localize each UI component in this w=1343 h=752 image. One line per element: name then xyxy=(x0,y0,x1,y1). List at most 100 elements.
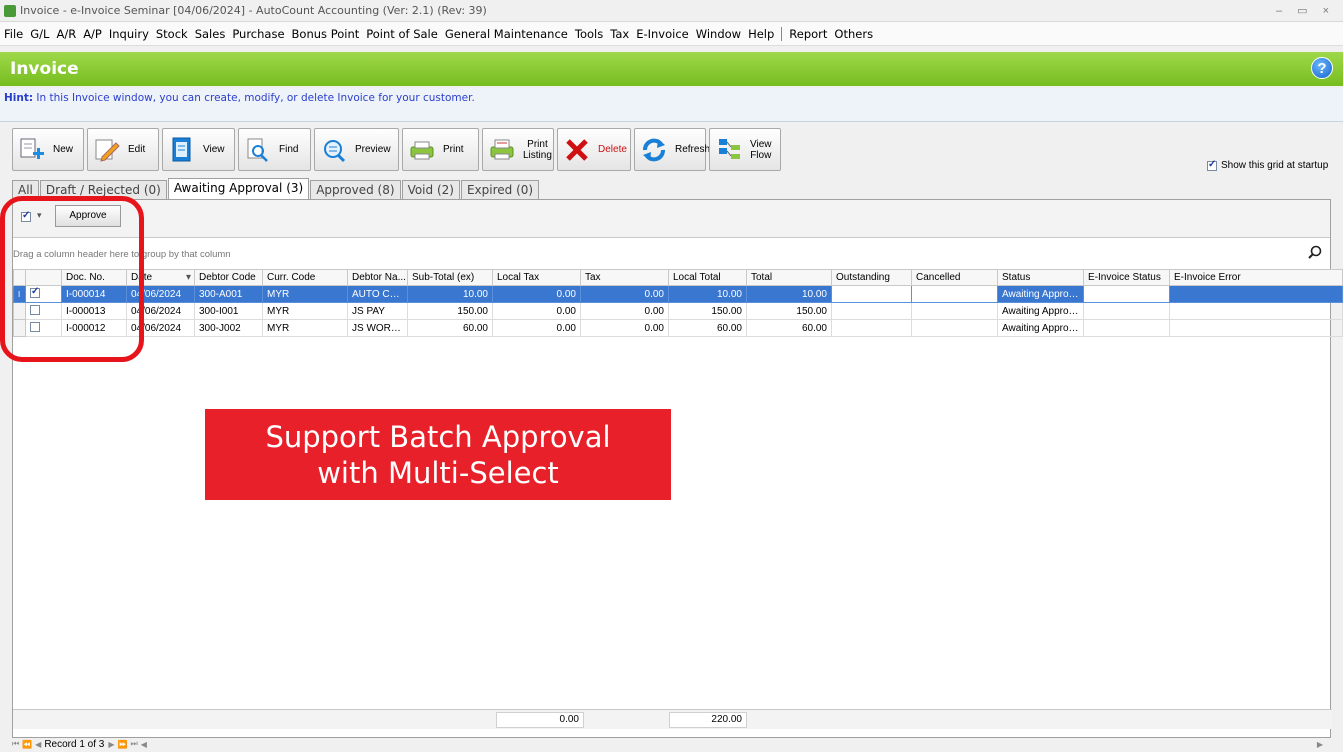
preview-button[interactable]: Preview xyxy=(314,128,399,171)
menu-ap[interactable]: A/P xyxy=(83,27,102,41)
cell-local-total[interactable]: 60.00 xyxy=(668,319,747,337)
help-icon[interactable]: ? xyxy=(1311,57,1333,79)
menu-file[interactable]: File xyxy=(4,27,23,41)
cell-einvoice-error[interactable] xyxy=(1169,285,1343,303)
menu-sales[interactable]: Sales xyxy=(195,27,226,41)
table-row[interactable]: I-000012 04/06/2024 300-J002 MYR JS WORK… xyxy=(13,319,1343,337)
cell-einvoice-error[interactable] xyxy=(1169,302,1343,320)
menu-tax[interactable]: Tax xyxy=(610,27,629,41)
cell-local-tax[interactable]: 0.00 xyxy=(492,319,581,337)
scroll-left-icon[interactable]: ◀ xyxy=(141,740,147,749)
view-flow-button[interactable]: View Flow xyxy=(709,128,781,171)
cell-outstanding[interactable] xyxy=(831,319,912,337)
col-total[interactable]: Total xyxy=(746,269,832,286)
col-outstanding[interactable]: Outstanding xyxy=(831,269,912,286)
col-einvoice-error[interactable]: E-Invoice Error xyxy=(1169,269,1343,286)
menu-ar[interactable]: A/R xyxy=(56,27,76,41)
table-row[interactable]: I I-000014 04/06/2024 300-A001 MYR AUTO … xyxy=(13,285,1343,303)
search-icon[interactable] xyxy=(1308,245,1322,259)
cell-cancelled[interactable] xyxy=(911,319,998,337)
find-button[interactable]: Find xyxy=(238,128,311,171)
col-local-tax[interactable]: Local Tax xyxy=(492,269,581,286)
cell-debtor-name[interactable]: JS PAY xyxy=(347,302,408,320)
cell-local-total[interactable]: 150.00 xyxy=(668,302,747,320)
print-button[interactable]: Print xyxy=(402,128,479,171)
cell-debtor-name[interactable]: AUTO COU... xyxy=(347,285,408,303)
prev-record-icon[interactable]: ◀ xyxy=(35,740,41,749)
cell-debtor-code[interactable]: 300-J002 xyxy=(194,319,263,337)
tab-expired[interactable]: Expired (0) xyxy=(460,180,540,199)
prev-page-icon[interactable]: ⏪ xyxy=(22,740,32,749)
next-record-icon[interactable]: ▶ xyxy=(108,740,114,749)
cell-total[interactable]: 150.00 xyxy=(746,302,832,320)
tab-awaiting-approval[interactable]: Awaiting Approval (3) xyxy=(167,178,310,199)
new-button[interactable]: New xyxy=(12,128,84,171)
menu-gl[interactable]: G/L xyxy=(30,27,49,41)
cell-einvoice-status[interactable] xyxy=(1083,285,1170,303)
cell-total[interactable]: 10.00 xyxy=(746,285,832,303)
cell-tax[interactable]: 0.00 xyxy=(580,302,669,320)
edit-button[interactable]: Edit xyxy=(87,128,159,171)
cell-outstanding[interactable] xyxy=(831,285,912,303)
menu-bonus-point[interactable]: Bonus Point xyxy=(292,27,360,41)
table-row[interactable]: I-000013 04/06/2024 300-I001 MYR JS PAY … xyxy=(13,302,1343,320)
menu-tools[interactable]: Tools xyxy=(575,27,603,41)
view-button[interactable]: View xyxy=(162,128,235,171)
col-debtor-code[interactable]: Debtor Code xyxy=(194,269,263,286)
tab-void[interactable]: Void (2) xyxy=(401,180,460,199)
cell-debtor-name[interactable]: JS WORKS... xyxy=(347,319,408,337)
menu-purchase[interactable]: Purchase xyxy=(232,27,284,41)
cell-status[interactable]: Awaiting Approval xyxy=(997,285,1084,303)
col-tax[interactable]: Tax xyxy=(580,269,669,286)
scroll-right-icon[interactable]: ▶ xyxy=(1317,740,1323,749)
cell-curr-code[interactable]: MYR xyxy=(262,319,348,337)
menu-general-maintenance[interactable]: General Maintenance xyxy=(445,27,568,41)
col-local-total[interactable]: Local Total xyxy=(668,269,747,286)
menu-help[interactable]: Help xyxy=(748,27,774,41)
show-grid-checkbox[interactable] xyxy=(1207,159,1217,171)
tab-approved[interactable]: Approved (8) xyxy=(310,180,401,199)
cell-curr-code[interactable]: MYR xyxy=(262,302,348,320)
window-controls[interactable]: – ▭ × xyxy=(1276,4,1335,17)
menu-stock[interactable]: Stock xyxy=(156,27,188,41)
col-curr-code[interactable]: Curr. Code xyxy=(262,269,348,286)
cell-sub-total[interactable]: 10.00 xyxy=(407,285,493,303)
cell-status[interactable]: Awaiting Approval xyxy=(997,319,1084,337)
cell-einvoice-status[interactable] xyxy=(1083,302,1170,320)
cell-local-tax[interactable]: 0.00 xyxy=(492,302,581,320)
cell-debtor-code[interactable]: 300-A001 xyxy=(194,285,263,303)
menu-point-of-sale[interactable]: Point of Sale xyxy=(366,27,438,41)
cell-debtor-code[interactable]: 300-I001 xyxy=(194,302,263,320)
cell-tax[interactable]: 0.00 xyxy=(580,319,669,337)
show-grid-option[interactable]: Show this grid at startup xyxy=(1207,159,1328,171)
cell-tax[interactable]: 0.00 xyxy=(580,285,669,303)
cell-outstanding[interactable] xyxy=(831,302,912,320)
cell-sub-total[interactable]: 60.00 xyxy=(407,319,493,337)
cell-einvoice-error[interactable] xyxy=(1169,319,1343,337)
col-status[interactable]: Status xyxy=(997,269,1084,286)
menu-window[interactable]: Window xyxy=(696,27,741,41)
cell-einvoice-status[interactable] xyxy=(1083,319,1170,337)
cell-cancelled[interactable] xyxy=(911,302,998,320)
menu-e-invoice[interactable]: E-Invoice xyxy=(636,27,689,41)
menu-others[interactable]: Others xyxy=(834,27,873,41)
menu-report[interactable]: Report xyxy=(789,27,827,41)
cell-curr-code[interactable]: MYR xyxy=(262,285,348,303)
cell-cancelled[interactable] xyxy=(911,285,998,303)
col-sub-total[interactable]: Sub-Total (ex) xyxy=(407,269,493,286)
cell-local-tax[interactable]: 0.00 xyxy=(492,285,581,303)
cell-status[interactable]: Awaiting Approval xyxy=(997,302,1084,320)
next-page-icon[interactable]: ⏩ xyxy=(118,740,128,749)
refresh-button[interactable]: Refresh xyxy=(634,128,710,171)
delete-button[interactable]: Delete xyxy=(557,128,631,171)
cell-total[interactable]: 60.00 xyxy=(746,319,832,337)
col-cancelled[interactable]: Cancelled xyxy=(911,269,998,286)
cell-sub-total[interactable]: 150.00 xyxy=(407,302,493,320)
col-einvoice-status[interactable]: E-Invoice Status xyxy=(1083,269,1170,286)
last-record-icon[interactable]: ⏭ xyxy=(131,739,138,749)
cell-local-total[interactable]: 10.00 xyxy=(668,285,747,303)
menu-inquiry[interactable]: Inquiry xyxy=(109,27,149,41)
col-debtor-name[interactable]: Debtor Na... xyxy=(347,269,408,286)
first-record-icon[interactable]: ⏮ xyxy=(12,739,19,749)
print-listing-button[interactable]: Print Listing xyxy=(482,128,554,171)
